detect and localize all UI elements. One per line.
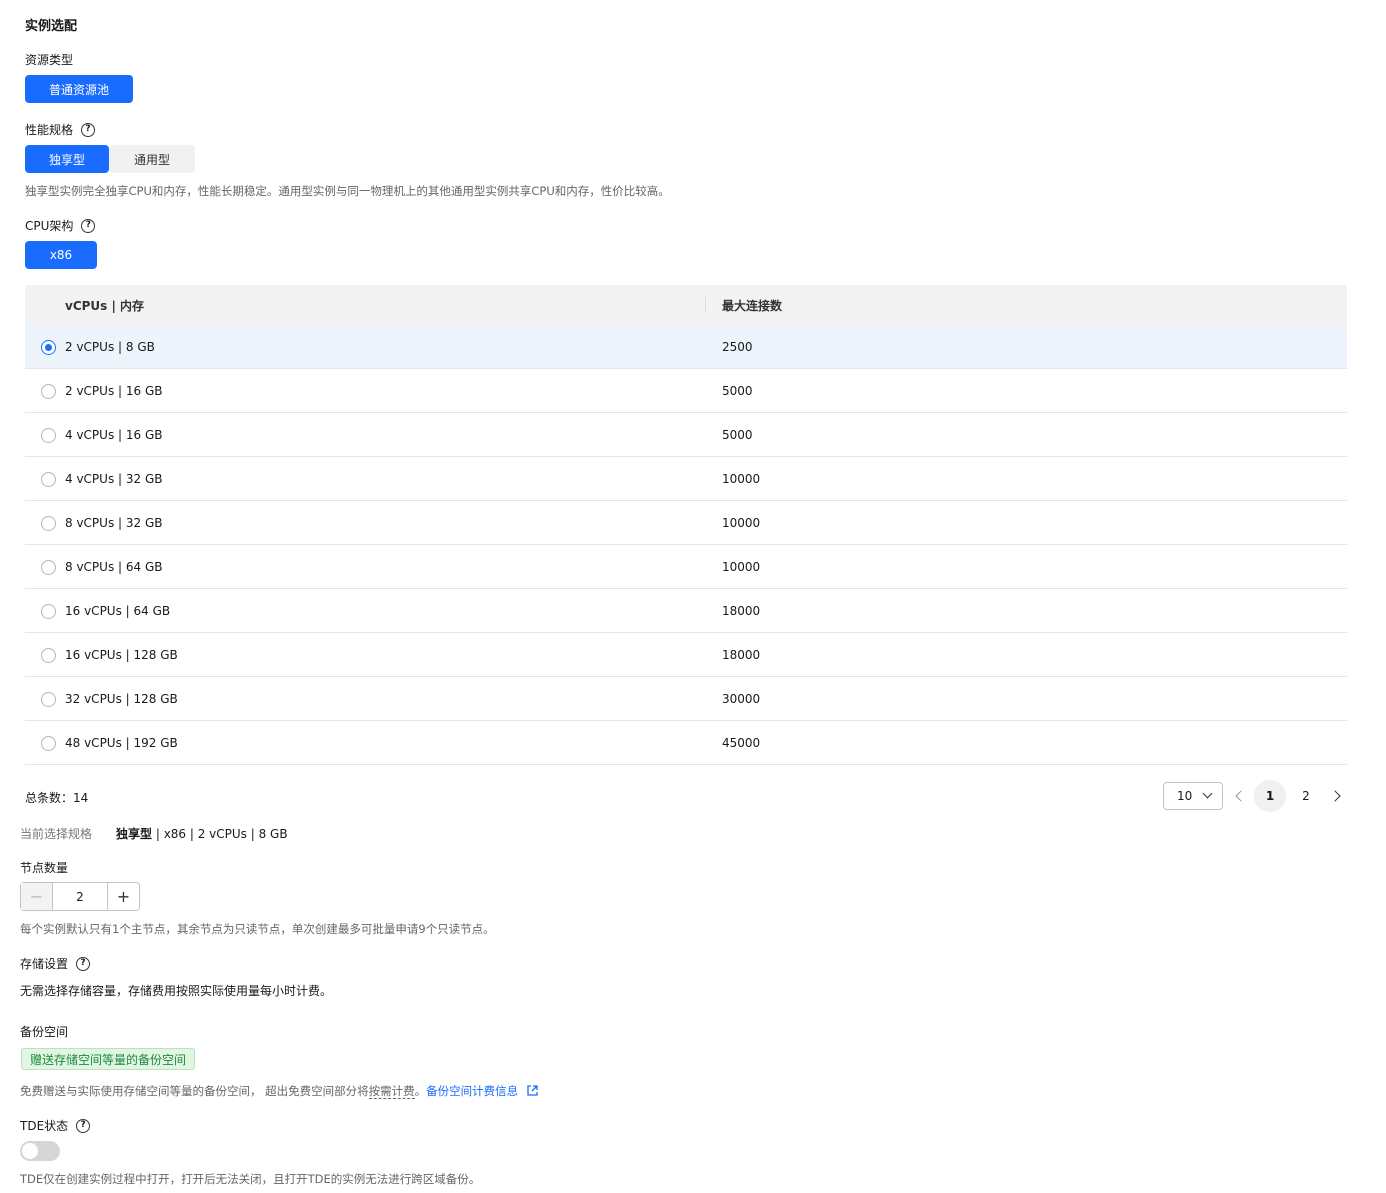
toggle-knob <box>22 1143 38 1159</box>
dedicated-type-button[interactable]: 独享型 <box>25 145 109 173</box>
table-row[interactable]: 8 vCPUs | 64 GB 10000 <box>25 545 1347 589</box>
row-connections: 5000 <box>722 427 753 442</box>
radio-button[interactable] <box>41 648 56 663</box>
row-connections: 10000 <box>722 515 761 530</box>
radio-button[interactable] <box>41 384 56 399</box>
next-page-icon[interactable] <box>1329 790 1341 802</box>
help-icon[interactable]: ? <box>76 956 91 971</box>
chevron-down-icon <box>1202 788 1213 799</box>
tde-label: TDE状态 ? <box>20 1117 91 1134</box>
tde-label-text: TDE状态 <box>20 1119 69 1133</box>
row-connections: 45000 <box>722 735 761 750</box>
radio-button[interactable] <box>41 560 56 575</box>
row-spec: 48 vCPUs | 192 GB <box>65 735 178 750</box>
nodes-label-text: 节点数量 <box>20 861 69 875</box>
backup-badge: 赠送存储空间等量的备份空间 <box>21 1048 196 1070</box>
row-spec: 4 vCPUs | 16 GB <box>65 427 163 442</box>
row-spec: 2 vCPUs | 8 GB <box>65 339 155 354</box>
node-count-stepper[interactable]: − 2 + <box>20 882 140 911</box>
backup-text-prefix: 免费赠送与实际使用存储空间等量的备份空间， 超出免费空间部分将 <box>20 1084 369 1098</box>
header-divider <box>705 297 706 313</box>
header-connections: 最大连接数 <box>722 298 783 313</box>
resource-type-label: 资源类型 <box>25 51 73 68</box>
resource-type-label-text: 资源类型 <box>25 53 74 67</box>
row-connections: 5000 <box>722 383 753 398</box>
backup-description: 免费赠送与实际使用存储空间等量的备份空间， 超出免费空间部分将按需计费。备份空间… <box>20 1083 539 1099</box>
row-connections: 10000 <box>722 471 761 486</box>
row-spec: 16 vCPUs | 64 GB <box>65 603 171 618</box>
current-spec-label: 当前选择规格 <box>20 827 93 841</box>
help-icon[interactable]: ? <box>81 218 96 233</box>
table-row[interactable]: 4 vCPUs | 16 GB 5000 <box>25 413 1347 457</box>
header-spec: vCPUs | 内存 <box>65 298 145 313</box>
general-type-button[interactable]: 通用型 <box>109 145 195 173</box>
external-link-icon[interactable] <box>526 1084 539 1097</box>
x86-button[interactable]: x86 <box>25 241 97 269</box>
table-row[interactable]: 2 vCPUs | 16 GB 5000 <box>25 369 1347 413</box>
radio-button[interactable] <box>41 692 56 707</box>
help-icon[interactable]: ? <box>81 122 96 137</box>
spec-table: vCPUs | 内存 最大连接数 2 vCPUs | 8 GB 2500 2 vC… <box>25 285 1347 765</box>
backup-text-suffix: 。 <box>414 1084 427 1098</box>
nodes-label: 节点数量 <box>20 859 68 876</box>
radio-button[interactable] <box>41 736 56 751</box>
table-row[interactable]: 8 vCPUs | 32 GB 10000 <box>25 501 1347 545</box>
table-row[interactable]: 2 vCPUs | 8 GB 2500 <box>25 325 1347 369</box>
performance-label-text: 性能规格 <box>25 123 74 137</box>
page-1-button[interactable]: 1 <box>1254 780 1286 812</box>
row-connections: 18000 <box>722 647 761 662</box>
page-2-button[interactable]: 2 <box>1290 780 1322 812</box>
node-count-value[interactable]: 2 <box>53 883 107 910</box>
row-connections: 18000 <box>722 603 761 618</box>
current-spec-rest: | x86 | 2 vCPUs | 8 GB <box>152 827 288 841</box>
radio-button[interactable] <box>41 604 56 619</box>
page-size-select[interactable]: 10 <box>1163 782 1223 810</box>
tde-hint: TDE仅在创建实例过程中打开，打开后无法关闭，且打开TDE的实例无法进行跨区域备… <box>20 1172 481 1186</box>
radio-button[interactable] <box>41 516 56 531</box>
table-row[interactable]: 16 vCPUs | 64 GB 18000 <box>25 589 1347 633</box>
total-label: 总条数： <box>25 791 74 805</box>
prev-page-icon[interactable] <box>1235 790 1247 802</box>
backup-label: 备份空间 <box>20 1023 68 1040</box>
row-connections: 30000 <box>722 691 761 706</box>
performance-label: 性能规格 ? <box>25 121 96 138</box>
row-spec: 8 vCPUs | 32 GB <box>65 515 163 530</box>
row-spec: 4 vCPUs | 32 GB <box>65 471 163 486</box>
table-row[interactable]: 4 vCPUs | 32 GB 10000 <box>25 457 1347 501</box>
table-row[interactable]: 48 vCPUs | 192 GB 45000 <box>25 721 1347 765</box>
current-spec-type: 独享型 <box>116 827 153 841</box>
nodes-hint: 每个实例默认只有1个主节点，其余节点为只读节点，单次创建最多可批量申请9个只读节… <box>20 922 495 936</box>
current-spec-value: 独享型 | x86 | 2 vCPUs | 8 GB <box>116 825 288 842</box>
storage-label: 存储设置 ? <box>20 955 91 972</box>
total-value: 14 <box>73 791 89 805</box>
radio-button[interactable] <box>41 428 56 443</box>
performance-description: 独享型实例完全独享CPU和内存，性能长期稳定。通用型实例与同一物理机上的其他通用… <box>25 184 670 198</box>
total-count: 总条数：14 <box>25 789 88 806</box>
help-icon[interactable]: ? <box>76 1118 91 1133</box>
row-connections: 2500 <box>722 339 753 354</box>
page-size-value: 10 <box>1177 789 1193 803</box>
row-connections: 10000 <box>722 559 761 574</box>
cpu-arch-label: CPU架构 ? <box>25 217 96 234</box>
decrement-button[interactable]: − <box>21 883 53 910</box>
tde-toggle[interactable] <box>20 1141 60 1161</box>
cpu-arch-label-text: CPU架构 <box>25 219 74 233</box>
row-spec: 8 vCPUs | 64 GB <box>65 559 163 574</box>
storage-text: 无需选择存储容量，存储费用按照实际使用量每小时计费。 <box>20 984 333 998</box>
table-row[interactable]: 32 vCPUs | 128 GB 30000 <box>25 677 1347 721</box>
storage-label-text: 存储设置 <box>20 957 69 971</box>
backup-label-text: 备份空间 <box>20 1025 69 1039</box>
increment-button[interactable]: + <box>107 883 139 910</box>
row-spec: 2 vCPUs | 16 GB <box>65 383 163 398</box>
resource-pool-button[interactable]: 普通资源池 <box>25 75 133 103</box>
radio-button[interactable] <box>41 340 56 355</box>
row-spec: 16 vCPUs | 128 GB <box>65 647 178 662</box>
table-header: vCPUs | 内存 最大连接数 <box>25 285 1347 325</box>
section-title: 实例选配 <box>25 19 78 34</box>
on-demand-billing-link[interactable]: 按需计费 <box>368 1084 415 1099</box>
backup-billing-link[interactable]: 备份空间计费信息 <box>426 1084 518 1098</box>
table-row[interactable]: 16 vCPUs | 128 GB 18000 <box>25 633 1347 677</box>
radio-button[interactable] <box>41 472 56 487</box>
row-spec: 32 vCPUs | 128 GB <box>65 691 178 706</box>
